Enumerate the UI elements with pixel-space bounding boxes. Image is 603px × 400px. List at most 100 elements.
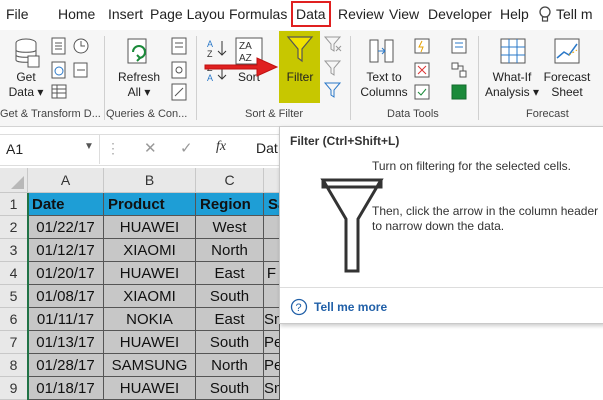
tab-page-layout[interactable]: Page Layou	[150, 6, 225, 22]
table-cell[interactable]: 01/20/17	[28, 262, 104, 285]
table-cell[interactable]	[264, 216, 280, 239]
table-cell[interactable]: HUAWEI	[104, 377, 196, 400]
table-cell[interactable]: F	[264, 262, 280, 285]
table-cell[interactable]: North	[196, 239, 264, 262]
table-cell[interactable]: West	[196, 216, 264, 239]
column-header-b[interactable]: B	[104, 168, 196, 193]
what-if-button[interactable]: What-If Analysis ▾	[484, 70, 540, 100]
help-question-icon[interactable]: ?	[290, 298, 308, 321]
tab-data[interactable]: Data	[296, 6, 326, 22]
tab-file[interactable]: File	[6, 6, 29, 22]
what-if-label-2-text: Analysis	[484, 85, 530, 99]
forecast-sheet-button[interactable]: Forecast Sheet	[542, 70, 592, 100]
table-cell[interactable]: Smith	[264, 308, 280, 331]
table-cell[interactable]: 01/28/17	[28, 354, 104, 377]
table-cell[interactable]	[264, 285, 280, 308]
filter-label: Filter	[286, 70, 314, 84]
table-header-cell[interactable]: Date	[28, 193, 104, 216]
row-header[interactable]: 3	[0, 239, 28, 262]
flash-fill-icon[interactable]	[413, 36, 431, 61]
group-label-get-transform: Get & Transform D...	[0, 108, 101, 120]
table-cell[interactable]: 01/11/17	[28, 308, 104, 331]
advanced-filter-icon[interactable]	[323, 80, 343, 105]
table-header-cell[interactable]: Region	[196, 193, 264, 216]
table-cell[interactable]: 01/13/17	[28, 331, 104, 354]
row-header[interactable]: 6	[0, 308, 28, 331]
row-header[interactable]: 9	[0, 377, 28, 400]
what-if-icon	[498, 36, 528, 71]
table-cell[interactable]: XIAOMI	[104, 285, 196, 308]
tab-developer[interactable]: Developer	[428, 6, 492, 22]
table-cell[interactable]: NOKIA	[104, 308, 196, 331]
row-header[interactable]: 8	[0, 354, 28, 377]
enter-check-icon[interactable]: ✓	[180, 139, 193, 157]
column-header-d[interactable]	[264, 168, 280, 193]
row-header[interactable]: 5	[0, 285, 28, 308]
table-cell[interactable]: 01/08/17	[28, 285, 104, 308]
insert-function-icon[interactable]: fx	[216, 139, 226, 155]
table-cell[interactable]: South	[196, 331, 264, 354]
column-header-c[interactable]: C	[196, 168, 264, 193]
what-if-label-1: What-If	[492, 70, 532, 84]
table-cell[interactable]: HUAWEI	[104, 331, 196, 354]
edit-links-icon[interactable]	[170, 82, 188, 107]
lightbulb-icon	[538, 6, 552, 29]
table-cell[interactable]: 01/12/17	[28, 239, 104, 262]
table-cell[interactable]: Peter	[264, 354, 280, 377]
filter-tooltip: Filter (Ctrl+Shift+L) Turn on filtering …	[279, 126, 603, 324]
refresh-all-button[interactable]: Refresh All ▾	[114, 70, 164, 100]
refresh-label-2-text: All	[127, 85, 141, 99]
table-cell[interactable]: XIAOMI	[104, 239, 196, 262]
from-table-icon[interactable]	[50, 82, 68, 107]
table-cell[interactable]: South	[196, 377, 264, 400]
table-cell[interactable]	[264, 239, 280, 262]
table-cell[interactable]: East	[196, 262, 264, 285]
table-header-cell[interactable]: Product	[104, 193, 196, 216]
existing-connections-icon[interactable]	[72, 60, 90, 85]
table-cell[interactable]: Smith	[264, 377, 280, 400]
consolidate-icon[interactable]	[450, 36, 468, 61]
data-model-icon[interactable]	[450, 82, 468, 107]
column-header-a[interactable]: A	[28, 168, 104, 193]
table-cell[interactable]: East	[196, 308, 264, 331]
table-cell[interactable]: 01/22/17	[28, 216, 104, 239]
table-cell[interactable]: HUAWEI	[104, 216, 196, 239]
table-cell[interactable]: SAMSUNG	[104, 354, 196, 377]
queries-connections-icon[interactable]	[170, 36, 188, 61]
table-cell[interactable]: 01/18/17	[28, 377, 104, 400]
tab-help[interactable]: Help	[500, 6, 529, 22]
chevron-down-icon[interactable]: ▼	[84, 141, 94, 152]
forecast-sheet-icon	[552, 36, 582, 71]
table-cell[interactable]: HUAWEI	[104, 262, 196, 285]
text-to-columns-icon	[368, 36, 398, 71]
tell-me-more-link[interactable]: Tell me more	[314, 300, 387, 314]
row-header[interactable]: 2	[0, 216, 28, 239]
group-label-forecast: Forecast	[526, 108, 569, 120]
text-to-columns-button[interactable]: Text to Columns	[358, 70, 410, 100]
cancel-icon[interactable]: ✕	[144, 139, 157, 157]
tab-insert[interactable]: Insert	[108, 6, 143, 22]
recent-sources-icon[interactable]	[72, 36, 90, 61]
name-box[interactable]: A1 ▼	[0, 134, 100, 164]
tab-home[interactable]: Home	[58, 6, 95, 22]
row-header[interactable]: 4	[0, 262, 28, 285]
ribbon-tabs: File Home Insert Page Layou Formulas Dat…	[0, 0, 603, 30]
get-data-button[interactable]: Get Data ▾	[8, 70, 44, 100]
select-all-corner[interactable]	[0, 168, 28, 193]
row-header[interactable]: 1	[0, 193, 28, 216]
table-cell[interactable]: North	[196, 354, 264, 377]
data-validation-icon[interactable]	[413, 82, 431, 107]
text-to-columns-label-2: Columns	[360, 85, 408, 99]
tab-formulas[interactable]: Formulas	[229, 6, 287, 22]
table-cell[interactable]: South	[196, 285, 264, 308]
table-cell[interactable]: Peter	[264, 331, 280, 354]
from-text-icon[interactable]	[50, 36, 68, 61]
tell-me-search[interactable]: Tell m	[556, 6, 593, 22]
formula-input[interactable]: Dat	[256, 140, 278, 156]
row-header[interactable]: 7	[0, 331, 28, 354]
refresh-icon	[124, 36, 154, 73]
table-header-cell[interactable]: Sa	[264, 193, 280, 216]
tab-review[interactable]: Review	[338, 6, 384, 22]
clear-filter-icon[interactable]	[323, 34, 343, 59]
tab-view[interactable]: View	[389, 6, 419, 22]
